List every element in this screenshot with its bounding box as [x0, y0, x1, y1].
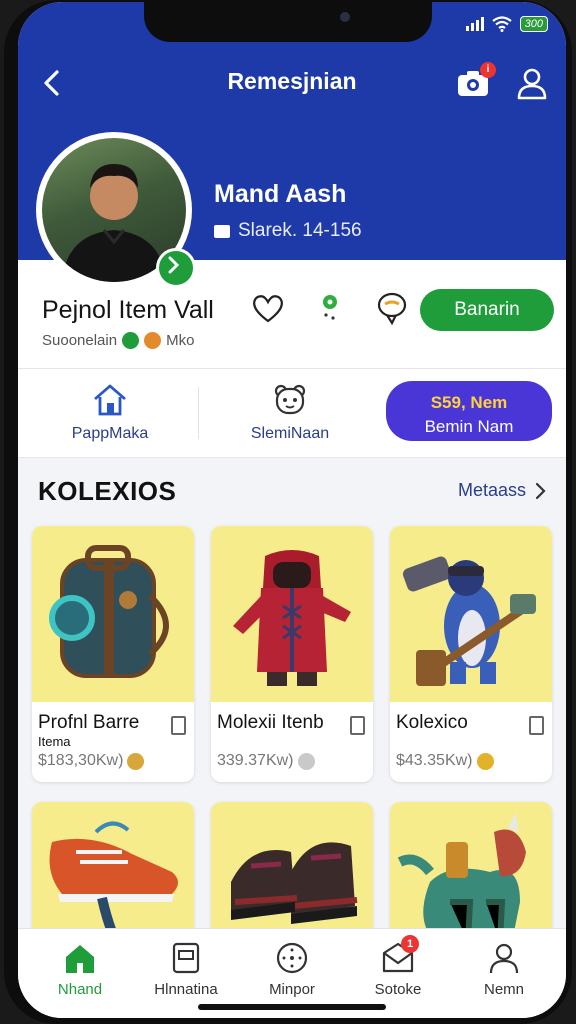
promo-button[interactable]: S59, Nem Bemin Nam: [386, 381, 552, 441]
quick-action-label: SlemiNaan: [250, 425, 330, 442]
phone-frame: 300 Remesjnian i Mand Aash Slarek. 14-15…: [4, 0, 572, 1024]
tab-label: Nemn: [483, 981, 524, 998]
item-card[interactable]: Profnl Barre Itema $183,30Kw): [32, 526, 194, 782]
battery-indicator: 300: [519, 16, 548, 32]
item-price-text: $183,30Kw): [38, 752, 124, 769]
signal-icon: [465, 17, 484, 31]
profile-avatar-ring: [36, 132, 196, 288]
arrow-right-icon: [168, 256, 180, 274]
notification-badge: i: [480, 62, 496, 78]
item-price-text: $43.35Kw): [396, 752, 473, 769]
item-name: Profnl Barre: [38, 712, 140, 733]
tab-label: Nhand: [57, 981, 103, 998]
camera-button[interactable]: i: [456, 62, 496, 98]
profile-subtitle-tag: Mko: [166, 332, 195, 349]
item-price: $183,30Kw): [38, 752, 145, 770]
tab-hlnnatina[interactable]: Hlnnatina: [136, 941, 236, 998]
item-card[interactable]: Kolexico $43.35Kw): [390, 526, 552, 782]
hoodie-icon: [233, 550, 351, 686]
home-icon: [66, 945, 94, 973]
item-subname: Itema: [38, 734, 71, 749]
quick-action-label: PappMaka: [71, 425, 149, 442]
notch: [144, 2, 432, 42]
mail-icon-wrap: 1: [381, 935, 419, 975]
profile-subtitle: Suoonelain Mko: [42, 332, 194, 349]
follow-button[interactable]: Banarin: [420, 289, 554, 331]
see-all-label: Metaass: [457, 480, 526, 500]
item-price: 339.37Kw): [217, 752, 315, 770]
item-price: $43.35Kw): [396, 752, 494, 770]
compass-icon: [276, 942, 308, 974]
card-icon: [214, 224, 230, 238]
tab-label: Sotoke: [374, 981, 422, 998]
tab-nemn[interactable]: Nemn: [454, 941, 554, 998]
section-title: KOLEXIOS: [38, 476, 177, 506]
home-indicator: [198, 1004, 386, 1010]
wifi-icon: [491, 16, 512, 32]
quick-action-sleminaan[interactable]: SlemiNaan: [210, 379, 370, 443]
profile-actions: [250, 290, 410, 326]
tab-sotoke[interactable]: 1 Sotoke: [348, 935, 448, 998]
backpack-icon: [49, 545, 169, 678]
heart-button[interactable]: [250, 290, 286, 326]
coin-icon: [297, 752, 315, 770]
promo-headline: S59, Nem: [430, 393, 508, 412]
orange-badge-icon: [144, 332, 162, 349]
coin-icon: [127, 752, 145, 770]
user-icon: [517, 68, 547, 100]
home-icon: [94, 384, 126, 416]
page-icon: [172, 942, 200, 974]
select-checkbox[interactable]: [529, 716, 544, 735]
account-button[interactable]: [516, 66, 548, 100]
top-nav: Remesjnian i: [18, 62, 566, 106]
tab-minpor[interactable]: Minpor: [242, 941, 342, 998]
notification-badge: 1: [401, 935, 419, 953]
user-stat-text: Slarek. 14-156: [238, 220, 362, 241]
heart-icon: [253, 295, 283, 323]
map-pin-icon: [323, 295, 337, 320]
bear-face-icon: [274, 384, 306, 415]
item-name: Kolexico: [396, 712, 468, 733]
promo-label: Bemin Nam: [424, 417, 514, 436]
verified-button[interactable]: [156, 248, 196, 288]
item-card[interactable]: Molexii Itenb 339.37Kw): [211, 526, 373, 782]
app-screen: 300 Remesjnian i Mand Aash Slarek. 14-15…: [18, 2, 566, 1018]
user-icon: [489, 943, 519, 974]
see-all-link[interactable]: Metaass: [458, 480, 546, 501]
quick-actions: PappMaka SlemiNaan S59, Nem Bemin Nam: [18, 368, 566, 458]
tab-label: Minpor: [269, 981, 315, 998]
pin-button[interactable]: [312, 290, 348, 326]
item-image: [32, 526, 194, 702]
profile-subtitle-text: Suoonelain: [42, 332, 118, 349]
select-checkbox[interactable]: [350, 716, 365, 735]
quick-action-pappmaka[interactable]: PappMaka: [30, 379, 190, 443]
coin-icon: [476, 752, 494, 770]
status-bar: 300: [465, 16, 548, 32]
item-price-text: 339.37Kw): [217, 752, 294, 769]
item-image: [390, 526, 552, 702]
select-checkbox[interactable]: [171, 716, 186, 735]
divider: [198, 387, 199, 439]
profile-item-title: Pejnol Item Vall: [42, 296, 214, 324]
user-stat: Slarek. 14-156: [214, 220, 362, 242]
tab-home[interactable]: Nhand: [30, 941, 130, 998]
front-camera: [340, 12, 350, 22]
chat-button[interactable]: [374, 290, 410, 326]
chat-icon: [377, 292, 407, 326]
green-badge-icon: [122, 332, 140, 349]
hammer-figure-icon: [402, 556, 536, 686]
item-name: Molexii Itenb: [217, 712, 324, 733]
user-name: Mand Aash: [214, 180, 347, 208]
tab-label: Hlnnatina: [154, 981, 218, 998]
item-image: [211, 526, 373, 702]
chevron-right-icon: [535, 482, 546, 499]
